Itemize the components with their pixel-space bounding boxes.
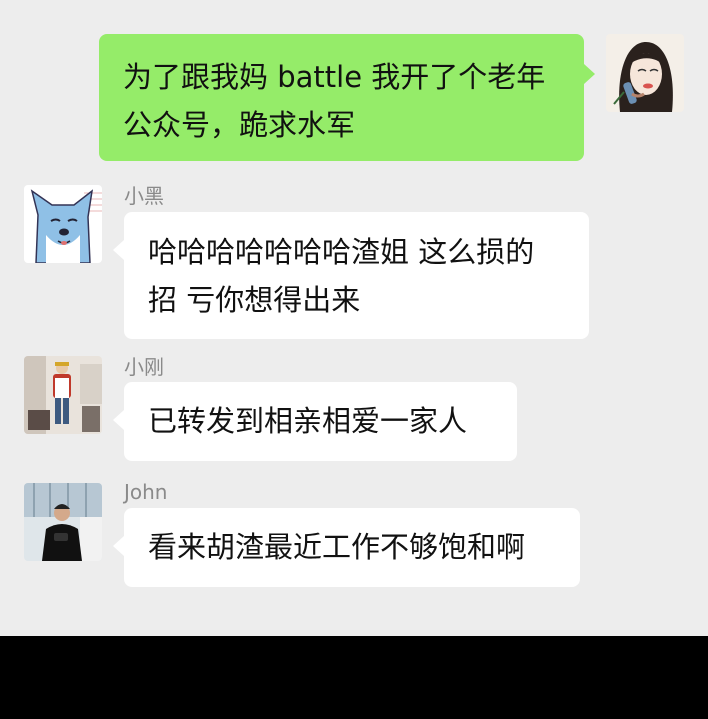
message-bubble-self[interactable]: 为了跟我妈 battle 我开了个老年 公众号，跪求水军 bbox=[99, 34, 584, 161]
woman-sketch-avatar-icon[interactable] bbox=[606, 34, 684, 112]
message-bubble-other[interactable]: 已转发到相亲相爱一家人 bbox=[124, 382, 517, 461]
sender-name: 小刚 bbox=[124, 355, 164, 379]
man-black-shirt-avatar-icon[interactable] bbox=[24, 483, 102, 561]
person-red-jacket-avatar-icon[interactable] bbox=[24, 356, 102, 434]
message-bubble-other[interactable]: 哈哈哈哈哈哈哈渣姐 这么损的 招 亏你想得出来 bbox=[124, 212, 589, 339]
bubble-tail bbox=[113, 410, 124, 430]
sender-name: John bbox=[124, 480, 168, 504]
bubble-tail bbox=[584, 64, 595, 84]
bubble-tail bbox=[113, 240, 124, 260]
message-text: 已转发到相亲相爱一家人 bbox=[148, 404, 468, 438]
sender-name: 小黑 bbox=[124, 184, 164, 208]
bottom-black-bar bbox=[0, 636, 708, 719]
shiba-dog-avatar-icon[interactable] bbox=[24, 185, 102, 263]
bubble-tail bbox=[113, 536, 124, 556]
message-bubble-other[interactable]: 看来胡渣最近工作不够饱和啊 bbox=[124, 508, 580, 587]
message-text: 哈哈哈哈哈哈哈渣姐 这么损的 bbox=[148, 235, 535, 269]
message-text: 看来胡渣最近工作不够饱和啊 bbox=[148, 530, 526, 564]
message-text: 公众号，跪求水军 bbox=[123, 108, 356, 142]
chat-area: 为了跟我妈 battle 我开了个老年 公众号，跪求水军 小黑 哈哈哈哈哈哈哈渣… bbox=[0, 0, 708, 636]
message-text: 为了跟我妈 battle 我开了个老年 bbox=[123, 60, 546, 94]
message-text: 招 亏你想得出来 bbox=[148, 283, 361, 317]
